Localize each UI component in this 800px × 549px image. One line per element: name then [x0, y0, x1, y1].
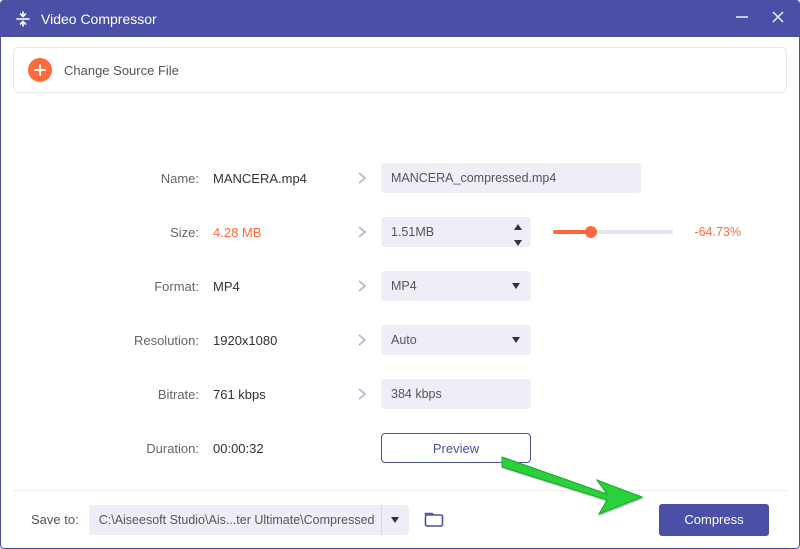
row-resolution: Resolution: 1920x1080 Auto	[43, 325, 757, 355]
size-slider-wrap	[553, 230, 673, 234]
bitrate-output: 384 kbps	[381, 379, 531, 409]
titlebar-left: Video Compressor	[15, 11, 157, 27]
compress-icon	[15, 11, 31, 27]
resolution-select[interactable]: Auto	[381, 325, 531, 355]
format-select-value: MP4	[391, 279, 417, 293]
window-title: Video Compressor	[41, 11, 157, 27]
slider-thumb[interactable]	[585, 226, 597, 238]
resolution-select-value: Auto	[391, 333, 417, 347]
arrow-icon	[343, 171, 381, 185]
chevron-down-icon	[381, 505, 409, 535]
bitrate-original: 761 kbps	[213, 387, 343, 402]
name-output-input[interactable]	[381, 163, 641, 193]
chevron-down-icon	[511, 279, 521, 293]
preview-button[interactable]: Preview	[381, 433, 531, 463]
form-area: Name: MANCERA.mp4 Size: 4.28 MB 1.51MB	[13, 93, 787, 490]
arrow-icon	[343, 387, 381, 401]
titlebar: Video Compressor	[1, 1, 799, 37]
name-original: MANCERA.mp4	[213, 171, 343, 186]
label-size: Size:	[43, 225, 213, 240]
save-path-select[interactable]: C:\Aiseesoft Studio\Ais...ter Ultimate\C…	[89, 505, 409, 535]
row-format: Format: MP4 MP4	[43, 271, 757, 301]
label-duration: Duration:	[43, 441, 213, 456]
content-area: Change Source File Name: MANCERA.mp4 Siz…	[1, 37, 799, 548]
arrow-icon	[343, 333, 381, 347]
size-percent: -64.73%	[681, 225, 741, 239]
save-to-label: Save to:	[31, 512, 79, 527]
save-path-value: C:\Aiseesoft Studio\Ais...ter Ultimate\C…	[99, 513, 375, 527]
open-folder-button[interactable]	[421, 507, 447, 533]
label-bitrate: Bitrate:	[43, 387, 213, 402]
format-original: MP4	[213, 279, 343, 294]
row-size: Size: 4.28 MB 1.51MB -64.73%	[43, 217, 757, 247]
label-resolution: Resolution:	[43, 333, 213, 348]
row-duration: Duration: 00:00:32 Preview	[43, 433, 757, 463]
size-output-stepper[interactable]: 1.51MB	[381, 217, 531, 247]
label-format: Format:	[43, 279, 213, 294]
format-select[interactable]: MP4	[381, 271, 531, 301]
close-button[interactable]	[771, 10, 785, 29]
footer: Save to: C:\Aiseesoft Studio\Ais...ter U…	[13, 490, 787, 548]
size-slider[interactable]	[553, 230, 673, 234]
compress-button[interactable]: Compress	[659, 504, 769, 536]
duration-value: 00:00:32	[213, 441, 343, 456]
source-bar: Change Source File	[13, 47, 787, 93]
arrow-icon	[343, 225, 381, 239]
window-controls	[735, 10, 785, 29]
stepper-down-icon[interactable]	[513, 236, 523, 250]
source-label: Change Source File	[64, 63, 179, 78]
size-output-value: 1.51MB	[391, 225, 434, 239]
minimize-button[interactable]	[735, 10, 749, 29]
size-original: 4.28 MB	[213, 225, 343, 240]
row-bitrate: Bitrate: 761 kbps 384 kbps	[43, 379, 757, 409]
app-window: Video Compressor Change Source File Name…	[0, 0, 800, 549]
row-name: Name: MANCERA.mp4	[43, 163, 757, 193]
bitrate-output-value: 384 kbps	[391, 387, 442, 401]
add-source-button[interactable]	[28, 58, 52, 82]
chevron-down-icon	[511, 333, 521, 347]
stepper	[513, 220, 523, 250]
arrow-icon	[343, 279, 381, 293]
label-name: Name:	[43, 171, 213, 186]
resolution-original: 1920x1080	[213, 333, 343, 348]
stepper-up-icon[interactable]	[513, 220, 523, 234]
slider-fill	[553, 230, 589, 234]
